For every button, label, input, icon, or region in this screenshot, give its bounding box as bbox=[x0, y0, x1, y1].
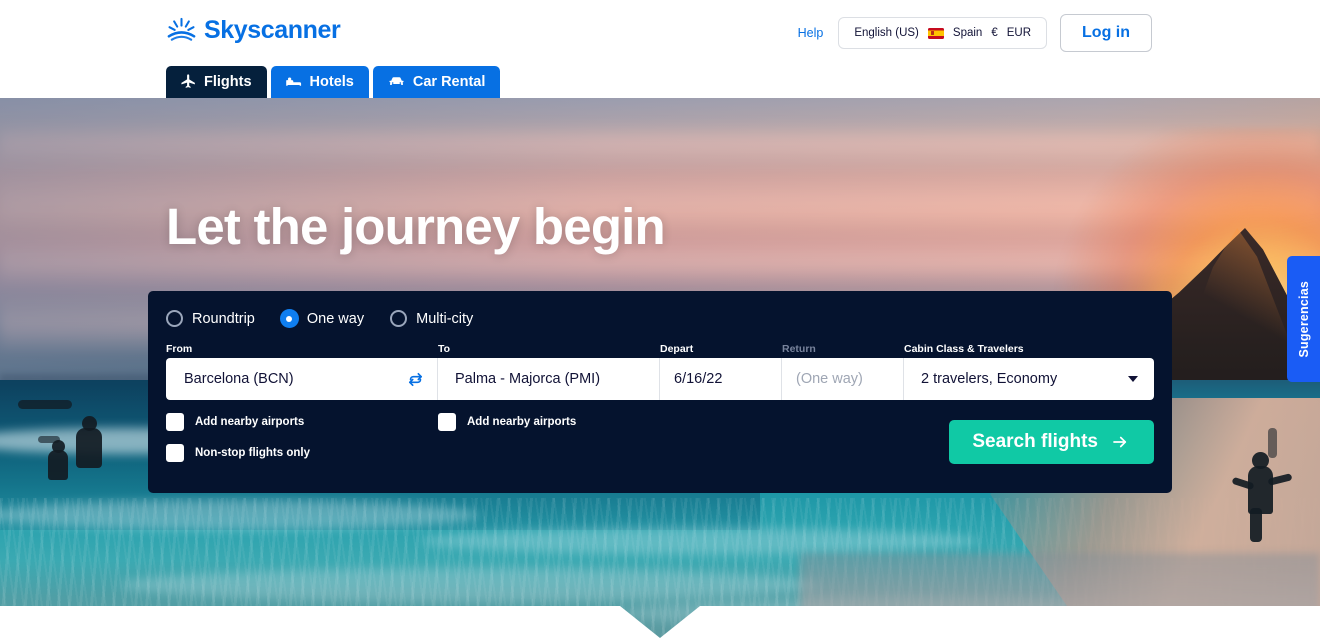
tab-car-rental[interactable]: Car Rental bbox=[372, 66, 501, 98]
trip-type-label: Multi-city bbox=[416, 310, 474, 327]
wave-foam bbox=[120, 568, 820, 602]
tab-hotels[interactable]: Hotels bbox=[270, 66, 369, 98]
hero-headline: Let the journey begin bbox=[166, 198, 666, 255]
destination-value: Palma - Majorca (PMI) bbox=[455, 371, 601, 387]
skyscanner-wordmark: Skyscanner bbox=[204, 16, 341, 44]
person-silhouette bbox=[52, 440, 65, 453]
search-fields-row: Barcelona (BCN) Palma - Majorca (PMI) 6/… bbox=[166, 358, 1154, 400]
radio-selected-icon[interactable] bbox=[280, 310, 298, 327]
field-labels-row: From To Depart Return Cabin Class & Trav… bbox=[166, 343, 1154, 355]
depart-date-value: 6/16/22 bbox=[674, 371, 723, 387]
swap-arrows-icon[interactable] bbox=[403, 367, 427, 391]
checkbox-nearby-airports-to[interactable]: Add nearby airports bbox=[438, 413, 738, 431]
runner-silhouette bbox=[1250, 508, 1262, 542]
label-from: From bbox=[166, 343, 193, 355]
header-right-group: Help English (US) Spain € EUR Log in bbox=[796, 14, 1152, 52]
checkbox-nearby-airports-from[interactable]: Add nearby airports bbox=[166, 413, 438, 431]
suggestions-tab-label: Sugerencias bbox=[1296, 280, 1311, 358]
origin-field[interactable]: Barcelona (BCN) bbox=[166, 358, 438, 400]
arrow-right-icon bbox=[1113, 436, 1127, 448]
checkbox-icon[interactable] bbox=[438, 413, 456, 431]
trip-type-group: Roundtrip One way Multi-city bbox=[166, 310, 1154, 327]
currency-code: EUR bbox=[1006, 27, 1032, 39]
sunburst-icon bbox=[166, 15, 197, 46]
person-silhouette bbox=[48, 450, 68, 480]
checkbox-nonstop-only[interactable]: Non-stop flights only bbox=[166, 444, 438, 462]
wave-foam bbox=[0, 500, 480, 530]
origin-options: Add nearby airports Non-stop flights onl… bbox=[166, 413, 438, 475]
label-depart: Depart bbox=[660, 343, 694, 355]
return-date-placeholder: (One way) bbox=[796, 371, 863, 387]
runner-silhouette bbox=[1248, 466, 1273, 514]
destination-field[interactable]: Palma - Majorca (PMI) bbox=[438, 358, 660, 400]
currency-symbol: € bbox=[991, 27, 998, 39]
cabin-travelers-field[interactable]: 2 travelers, Economy bbox=[904, 358, 1154, 400]
label-return: Return bbox=[782, 343, 816, 355]
return-date-field[interactable]: (One way) bbox=[782, 358, 904, 400]
page-root: Let the journey begin Roundtrip One way … bbox=[0, 0, 1320, 638]
tab-flights-label: Flights bbox=[204, 73, 252, 90]
depart-date-field[interactable]: 6/16/22 bbox=[660, 358, 782, 400]
primary-nav-tabs: Flights Hotels Car Rental bbox=[166, 66, 501, 98]
car-icon bbox=[389, 77, 404, 86]
plane-icon bbox=[181, 74, 195, 88]
person-silhouette bbox=[1268, 428, 1277, 458]
checkbox-label: Add nearby airports bbox=[467, 416, 577, 428]
bed-icon bbox=[285, 77, 301, 86]
origin-value: Barcelona (BCN) bbox=[184, 371, 294, 387]
tab-car-rental-label: Car Rental bbox=[412, 73, 486, 90]
skyscanner-logo[interactable]: Skyscanner bbox=[166, 15, 341, 46]
trip-type-roundtrip[interactable]: Roundtrip bbox=[166, 310, 255, 327]
flight-search-panel: Roundtrip One way Multi-city From To Dep… bbox=[148, 291, 1172, 493]
destination-options: Add nearby airports bbox=[438, 413, 738, 475]
trip-type-one-way[interactable]: One way bbox=[280, 310, 365, 327]
cabin-travelers-value: 2 travelers, Economy bbox=[921, 371, 1058, 387]
login-button[interactable]: Log in bbox=[1060, 14, 1152, 52]
search-flights-label: Search flights bbox=[972, 431, 1098, 452]
checkbox-label: Add nearby airports bbox=[195, 416, 305, 428]
trip-type-multi-city[interactable]: Multi-city bbox=[390, 310, 473, 327]
checkbox-icon[interactable] bbox=[166, 413, 184, 431]
label-cabin: Cabin Class & Travelers bbox=[904, 343, 1024, 355]
checkbox-label: Non-stop flights only bbox=[195, 447, 310, 459]
swimmer-silhouette bbox=[18, 400, 72, 409]
person-silhouette bbox=[76, 428, 102, 468]
radio-icon[interactable] bbox=[390, 310, 408, 327]
country-value: Spain bbox=[952, 27, 983, 39]
tab-flights[interactable]: Flights bbox=[166, 66, 267, 98]
radio-icon[interactable] bbox=[166, 310, 183, 327]
trip-type-label: One way bbox=[306, 310, 365, 327]
checkbox-icon[interactable] bbox=[166, 444, 184, 462]
help-link[interactable]: Help bbox=[796, 22, 826, 44]
runner-silhouette bbox=[1252, 452, 1269, 469]
label-to: To bbox=[438, 343, 451, 355]
search-flights-button[interactable]: Search flights bbox=[949, 420, 1154, 464]
chevron-down-icon[interactable] bbox=[1128, 376, 1138, 382]
person-silhouette bbox=[82, 416, 97, 431]
suggestions-tab[interactable]: Sugerencias bbox=[1287, 256, 1320, 382]
language-value: English (US) bbox=[854, 27, 919, 39]
locale-currency-selector[interactable]: English (US) Spain € EUR bbox=[838, 17, 1048, 49]
spain-flag-icon bbox=[927, 27, 944, 39]
wave-foam bbox=[420, 528, 980, 554]
trip-type-label: Roundtrip bbox=[192, 310, 255, 327]
tab-hotels-label: Hotels bbox=[309, 73, 354, 90]
